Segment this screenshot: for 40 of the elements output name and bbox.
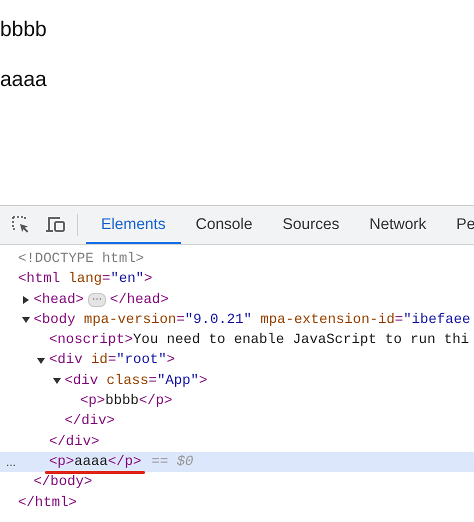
tree-row[interactable]: </div> [0,432,474,452]
expanded-arrow-icon[interactable] [52,376,60,385]
tree-row[interactable]: <div id="root"> [0,350,474,371]
tree-row[interactable]: <p>bbbb</p> [0,391,474,412]
page-text: aaaa [0,67,47,93]
ellipsis-button[interactable]: ⋯ [88,292,106,307]
code-line: <html lang="en"> [18,270,152,290]
tree-row[interactable]: <noscript>You need to enable JavaScript to run thi [0,330,474,350]
collapsed-arrow-icon[interactable] [22,296,30,304]
code-line: <noscript>You need to enable JavaScript to run thi [49,331,470,350]
tree-row[interactable]: </div> [0,411,474,432]
expanded-arrow-icon[interactable] [22,316,30,324]
code-line: <p>aaaa</p> [49,452,142,472]
code-line: </body> [34,473,92,492]
tree-row[interactable]: <!DOCTYPE html> [0,249,474,270]
code-line: </html> [18,494,77,513]
panel-tab[interactable]: Console [180,206,268,244]
code-line: </div> [64,412,115,432]
panel-tab[interactable]: Network [354,206,442,244]
code-line: <div id="root"> [49,351,176,370]
tree-row[interactable]: <div class="App"> [0,370,474,392]
tree-row[interactable]: <html lang="en"> [0,269,474,290]
expanded-arrow-icon[interactable] [37,356,45,365]
tree-row[interactable]: <head> ⋯ </head> [0,290,474,310]
panel-tab[interactable]: Sources [268,206,354,244]
page-text: bbbb [0,17,47,43]
device-icon[interactable] [45,215,67,235]
code-line: </div> [49,432,100,452]
tree-row[interactable]: </html> [0,492,474,513]
inspect-icon[interactable] [11,215,31,235]
code-line: <head> [34,290,84,310]
selected-row[interactable]: ... <p>aaaa</p> == $0 [0,452,474,472]
code-line: </head> [110,290,169,310]
code-line: <!DOCTYPE html> [18,250,144,269]
console-reference: == $0 [151,452,194,472]
code-line: <div class="App"> [64,372,208,391]
tree-row[interactable]: </body> [0,472,474,493]
panel-tab[interactable]: Elements [86,206,181,244]
code-line: <p>bbbb</p> [80,392,172,412]
more-text[interactable]: ... [6,452,16,472]
